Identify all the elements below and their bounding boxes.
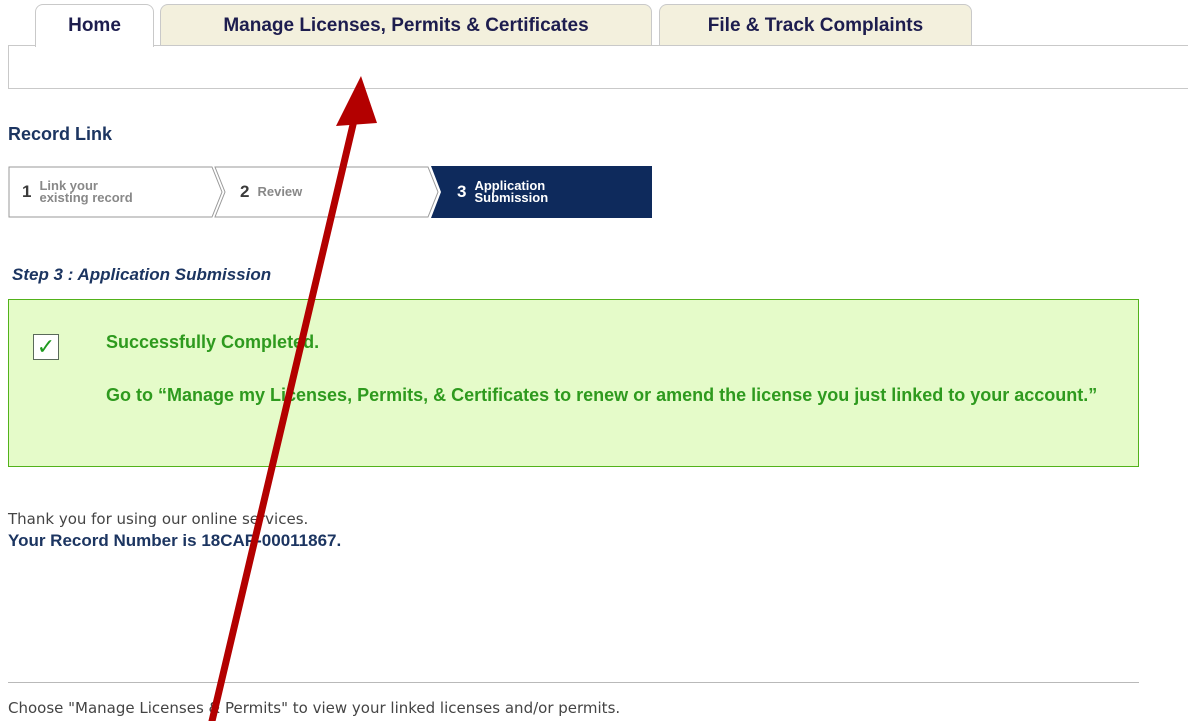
step-2: 2 Review — [240, 166, 302, 218]
step-header: Step 3 : Application Submission — [12, 265, 272, 284]
page-title: Record Link — [8, 124, 113, 144]
success-instructions: Go to “Manage my Licenses, Permits, & Ce… — [106, 385, 1098, 405]
checkbox-checked-icon: ✓ — [33, 334, 59, 360]
step-2-label: Review — [257, 184, 303, 199]
tab-manage-licenses[interactable]: Manage Licenses, Permits & Certificates — [160, 4, 652, 46]
step-indicator: 1 Link your existing record 2 Review 3 A… — [8, 166, 668, 218]
success-message-box: ✓ Successfully Completed. Go to “Manage … — [8, 299, 1139, 467]
tab-file-track-complaints[interactable]: File & Track Complaints — [659, 4, 972, 46]
success-title: Successfully Completed. — [106, 332, 320, 352]
step-1: 1 Link your existing record — [22, 166, 147, 218]
thank-you-text: Thank you for using our online services. — [8, 510, 309, 528]
sub-navigation-bar — [8, 45, 1188, 89]
step-3-number: 3 — [457, 182, 467, 201]
step-3: 3 Application Submission — [457, 166, 574, 218]
step-1-number: 1 — [22, 182, 32, 201]
main-nav-tabs: Home Manage Licenses, Permits & Certific… — [0, 0, 1188, 47]
footer-instruction-text: Choose "Manage Licenses & Permits" to vi… — [8, 699, 621, 717]
divider — [8, 682, 1139, 683]
tab-home[interactable]: Home — [35, 4, 154, 47]
step-2-number: 2 — [240, 182, 250, 201]
step-3-label: Application Submission — [474, 178, 549, 205]
step-1-label: Link your existing record — [39, 178, 133, 205]
record-number-text: Your Record Number is 18CAP-00011867. — [8, 531, 342, 550]
